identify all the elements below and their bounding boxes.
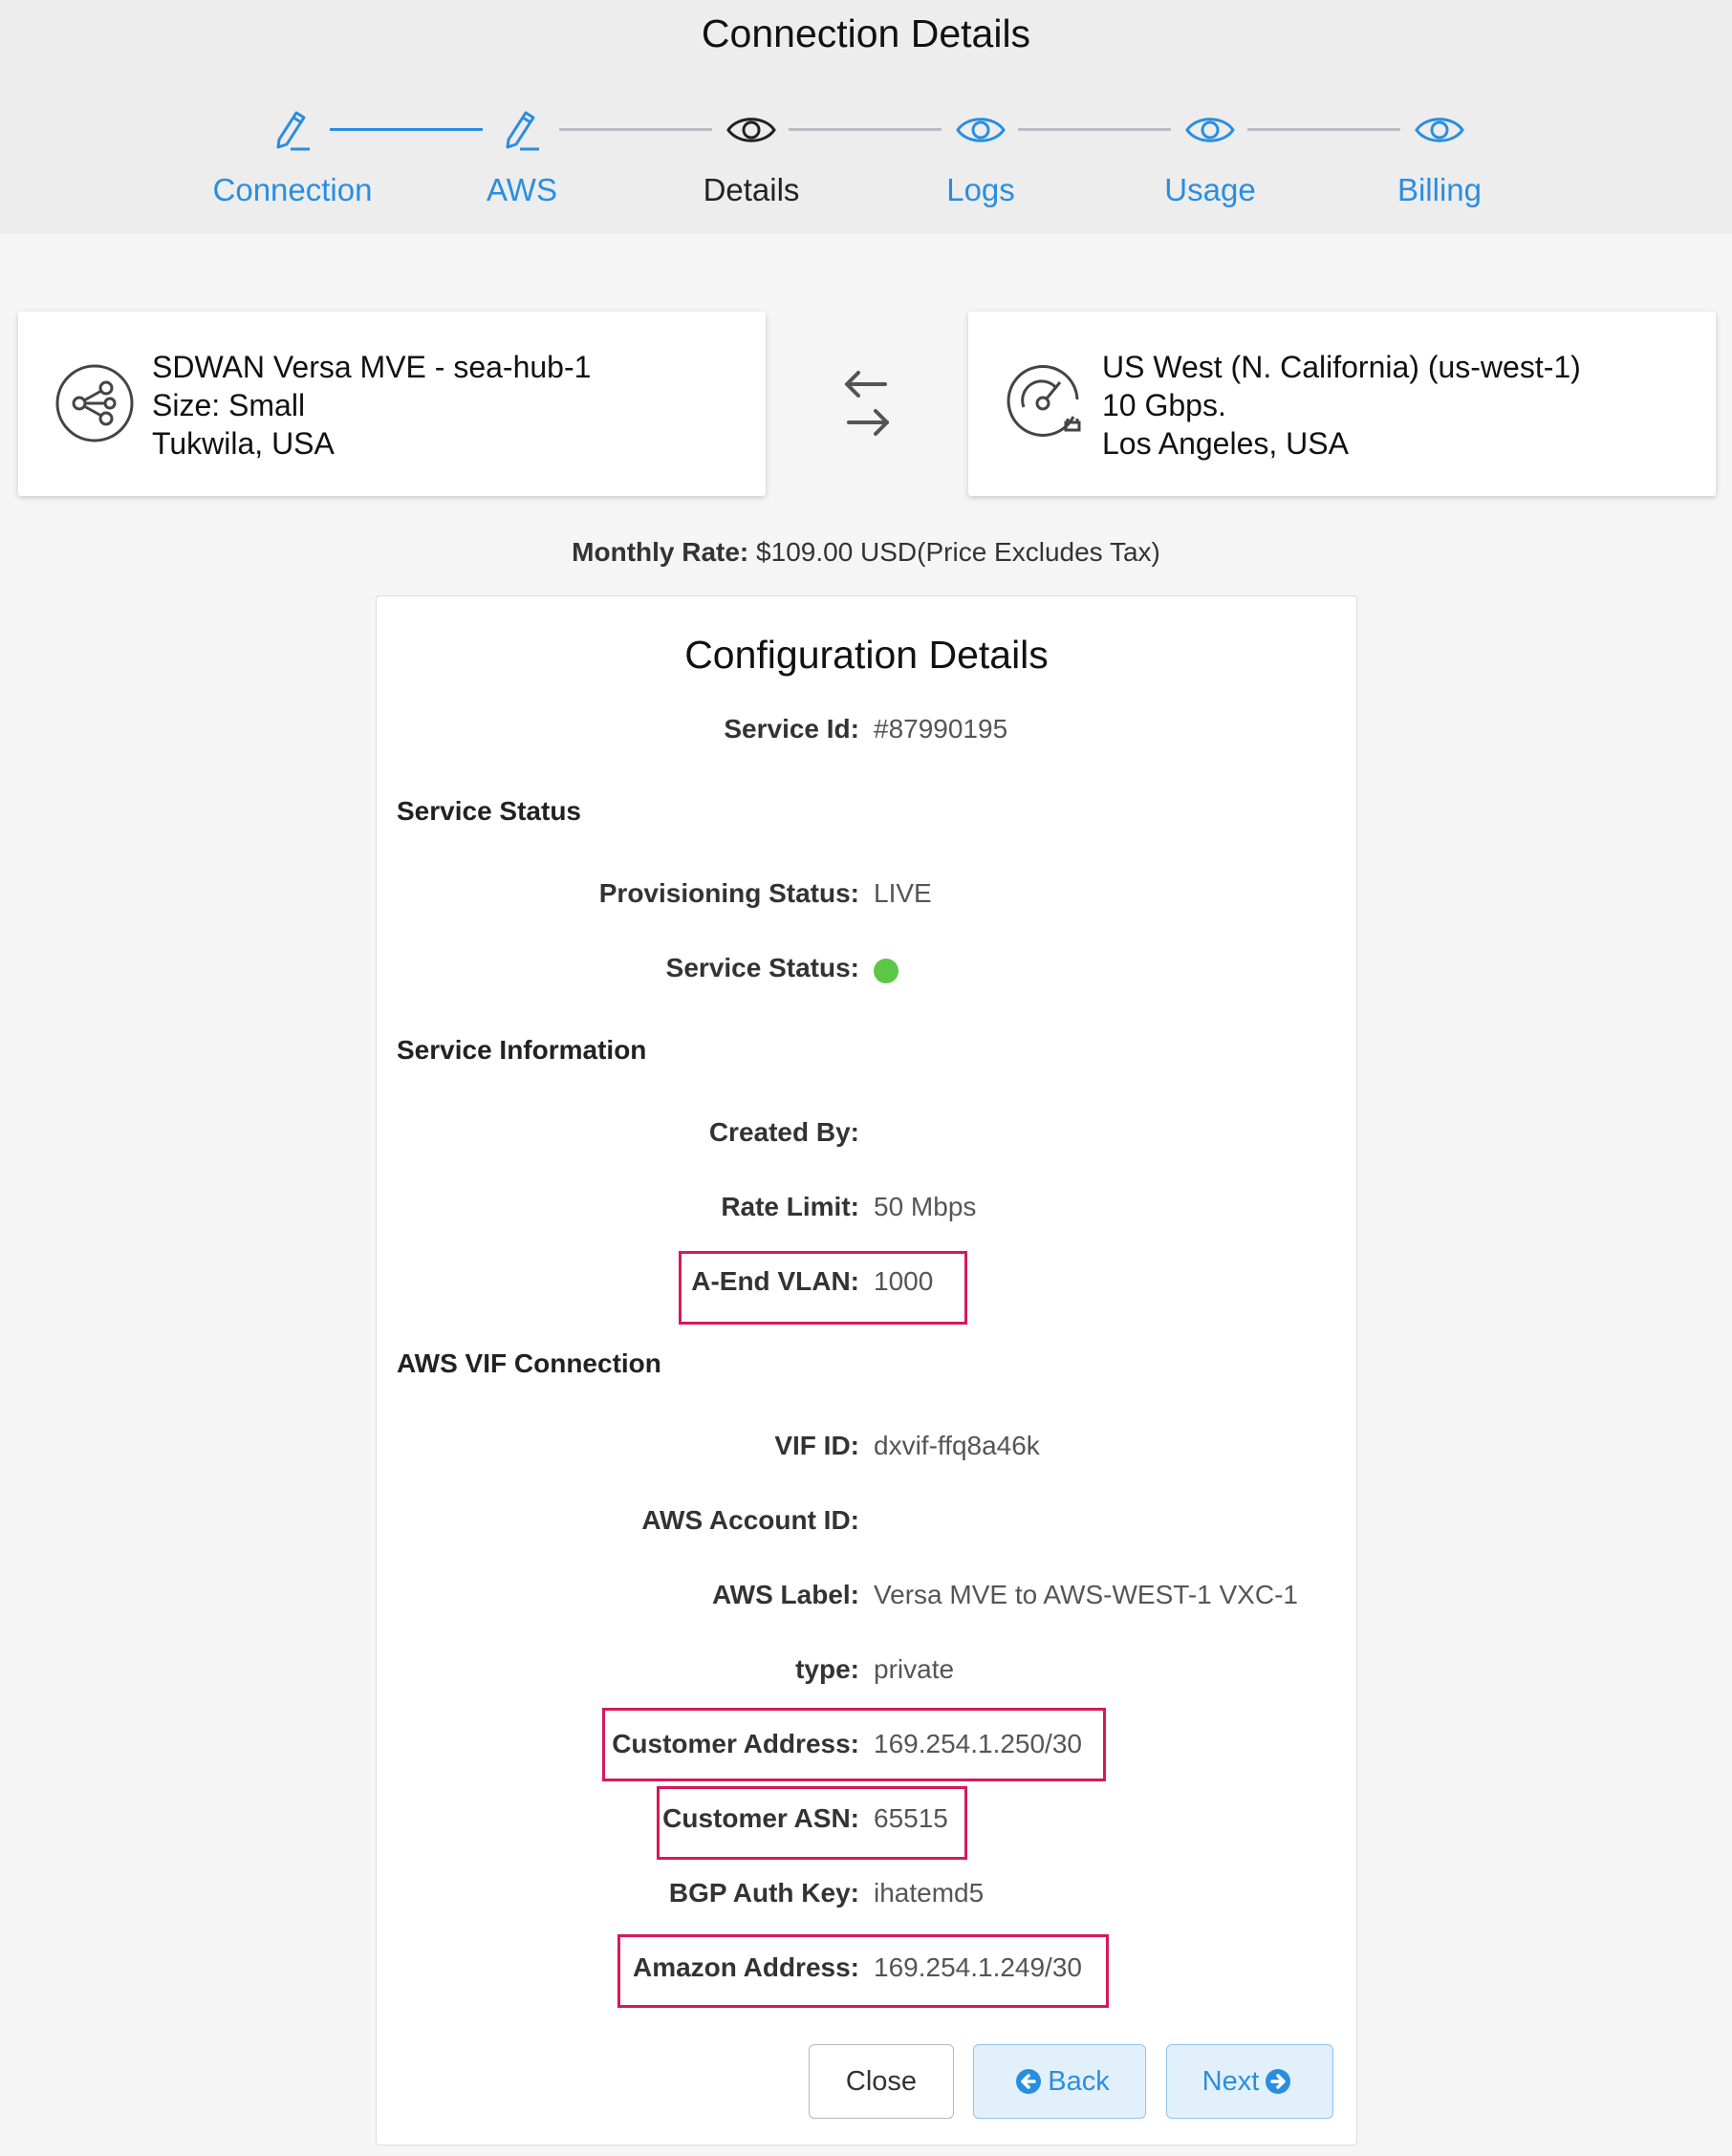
b-end-location: Los Angeles, USA — [1102, 426, 1349, 461]
highlight-box — [657, 1786, 967, 1860]
share-nodes-icon — [54, 363, 135, 443]
arrow-circle-left-icon — [1015, 2068, 1042, 2095]
eye-icon — [646, 105, 856, 155]
configuration-panel: Configuration Details Service Id: #87990… — [376, 595, 1357, 2145]
monthly-rate-label: Monthly Rate: — [572, 537, 749, 567]
step-logs[interactable]: Logs — [876, 105, 1086, 208]
a-end-name: SDWAN Versa MVE - sea-hub-1 — [152, 350, 592, 384]
configuration-title: Configuration Details — [684, 633, 1049, 677]
page-title: Connection Details — [701, 11, 1031, 55]
a-end-size: Size: Small — [152, 388, 306, 422]
swap-arrows-icon — [837, 367, 897, 442]
close-button[interactable]: Close — [809, 2044, 954, 2119]
stepper-header: Connection Details Connection AWS Detail… — [0, 0, 1732, 233]
b-end-speed: 10 Gbps. — [1102, 388, 1226, 422]
a-end-card: SDWAN Versa MVE - sea-hub-1 Size: Small … — [18, 312, 766, 496]
section-aws-vif-connection: AWS VIF Connection — [397, 1348, 661, 1378]
a-end-details: SDWAN Versa MVE - sea-hub-1 Size: Small … — [152, 348, 591, 463]
bgp-auth-key-row: BGP Auth Key: ihatemd5 — [668, 1878, 985, 1908]
highlight-box — [679, 1251, 967, 1325]
aws-account-id-row: AWS Account ID: — [641, 1505, 859, 1535]
b-end-card: US West (N. California) (us-west-1) 10 G… — [968, 312, 1716, 496]
eye-icon — [1334, 105, 1545, 155]
vif-id-row: VIF ID: dxvif-ffq8a46k — [774, 1431, 1040, 1460]
created-by-row: Created By: — [708, 1117, 859, 1147]
highlight-box — [617, 1934, 1109, 2008]
b-end-name: US West (N. California) (us-west-1) — [1102, 350, 1581, 384]
highlight-box — [602, 1708, 1106, 1781]
b-end-details: US West (N. California) (us-west-1) 10 G… — [1102, 348, 1581, 463]
eye-icon — [876, 105, 1086, 155]
a-end-location: Tukwila, USA — [152, 426, 335, 461]
service-status-row: Service Status: — [377, 953, 1356, 991]
pencil-icon — [187, 105, 398, 155]
section-service-information: Service Information — [397, 1035, 647, 1065]
step-usage[interactable]: Usage — [1105, 105, 1315, 208]
section-service-status: Service Status — [397, 796, 581, 826]
rate-limit-row: Rate Limit: 50 Mbps — [721, 1192, 977, 1221]
pencil-icon — [417, 105, 627, 155]
arrow-circle-right-icon — [1265, 2068, 1291, 2095]
monthly-rate-value: $109.00 USD(Price Excludes Tax) — [756, 537, 1160, 567]
step-details[interactable]: Details — [646, 105, 856, 208]
step-aws[interactable]: AWS — [417, 105, 627, 208]
monthly-rate: Monthly Rate: $109.00 USD(Price Excludes… — [0, 537, 1732, 568]
aws-label-row: AWS Label: Versa MVE to AWS-WEST-1 VXC-1 — [711, 1580, 1298, 1609]
provisioning-status-row: Provisioning Status: LIVE — [598, 878, 932, 908]
step-connection[interactable]: Connection — [187, 105, 398, 208]
back-button[interactable]: Back — [973, 2044, 1146, 2119]
status-badge — [874, 959, 898, 983]
speedometer-icon — [1005, 363, 1085, 443]
next-button[interactable]: Next — [1166, 2044, 1333, 2119]
eye-icon — [1105, 105, 1315, 155]
step-billing[interactable]: Billing — [1334, 105, 1545, 208]
service-id-row: Service Id: #87990195 — [724, 714, 1008, 744]
type-row: type: private — [795, 1654, 955, 1684]
